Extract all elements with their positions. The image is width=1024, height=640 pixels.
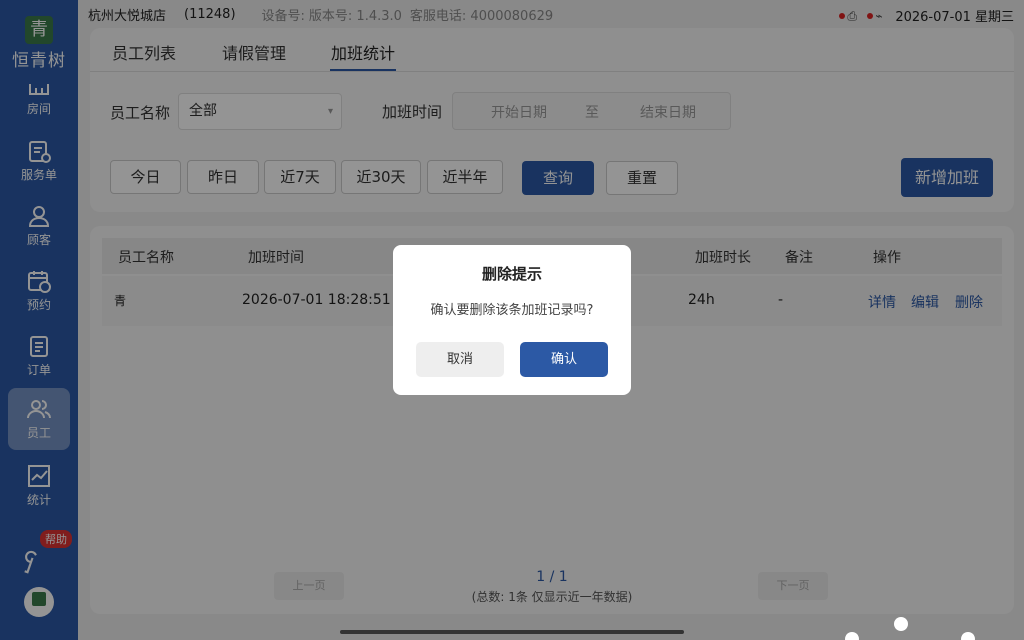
delete-confirm-dialog: 删除提示 确认要删除该条加班记录吗? 取消 确认 [393,245,631,395]
floating-handle[interactable] [845,632,859,640]
floating-handle[interactable] [894,617,908,631]
dialog-title: 删除提示 [481,265,542,283]
cancel-button[interactable]: 取消 [416,342,504,377]
home-indicator[interactable] [340,630,684,634]
floating-handle[interactable] [961,632,975,640]
confirm-button[interactable]: 确认 [520,342,608,377]
dialog-message: 确认要删除该条加班记录吗? [430,303,594,318]
